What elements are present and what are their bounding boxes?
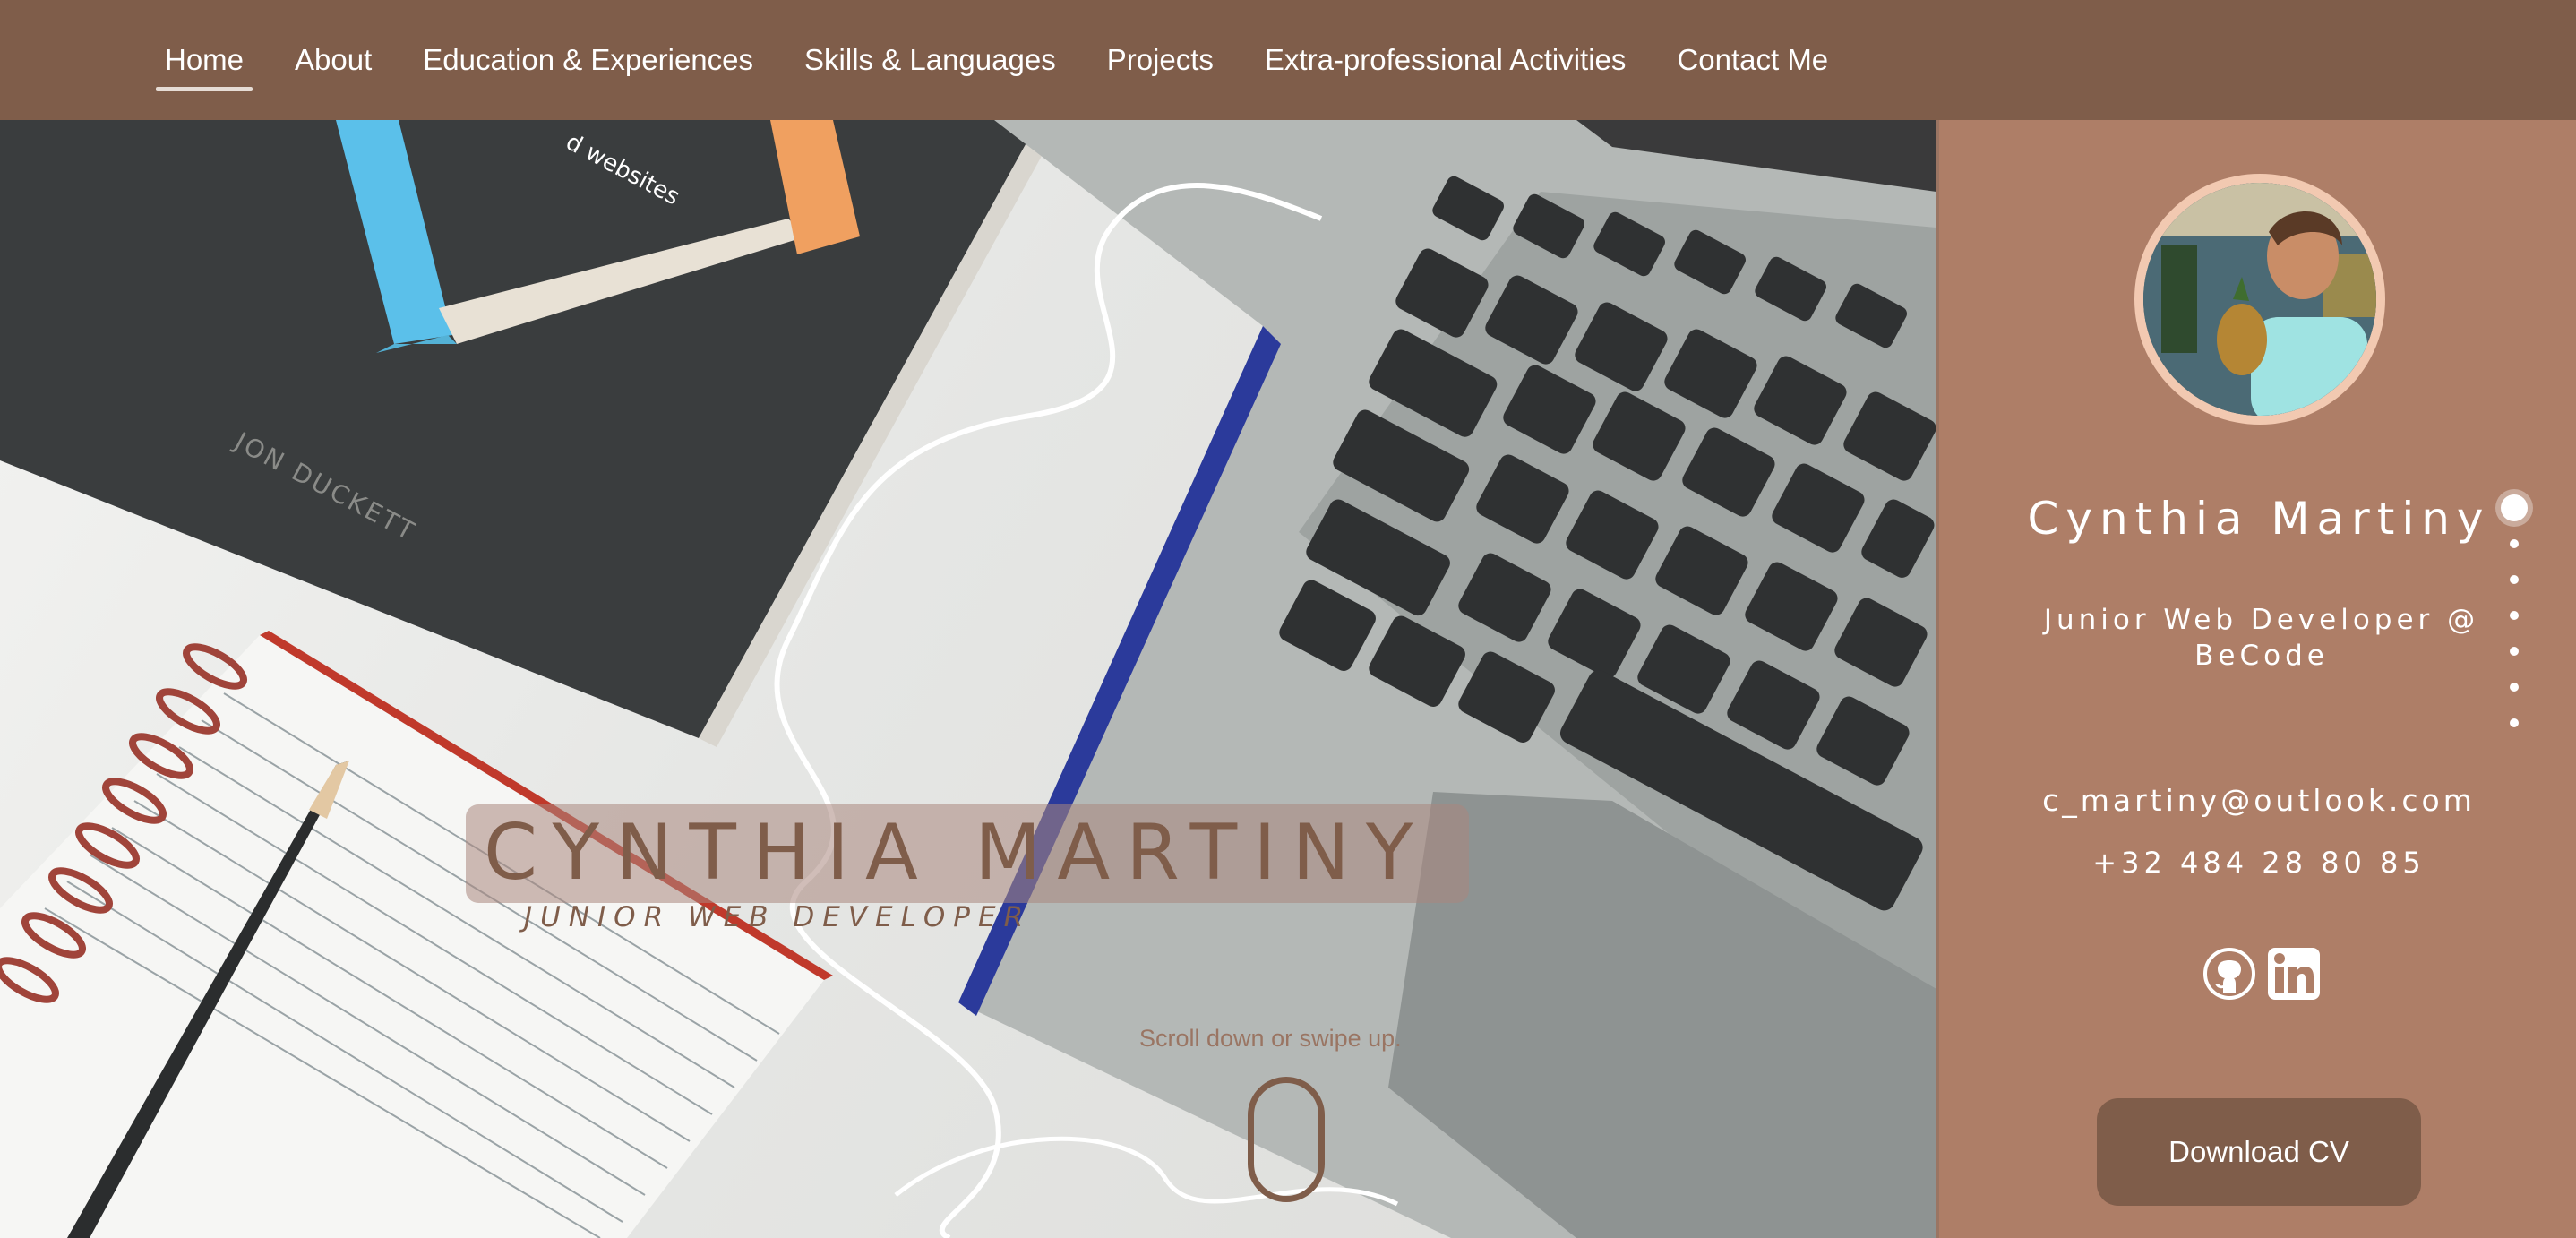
section-dot-7[interactable] bbox=[2510, 718, 2519, 727]
hero-title: CYNTHIA MARTINY bbox=[484, 808, 1430, 898]
nav-item-extra-professional[interactable]: Extra-professional Activities bbox=[1265, 0, 1627, 120]
nav-item-home[interactable]: Home bbox=[155, 0, 253, 120]
profile-name: Cynthia Martiny bbox=[2027, 493, 2491, 545]
section-dot-3[interactable] bbox=[2510, 575, 2519, 584]
profile-sidebar: Cynthia Martiny Junior Web Developer @ B… bbox=[1936, 120, 2576, 1238]
nav-item-education-experiences[interactable]: Education & Experiences bbox=[423, 0, 753, 120]
scroll-hint: Scroll down or swipe up. bbox=[1139, 1025, 1402, 1052]
hero-background-photo: JON DUCKETT d websites bbox=[0, 120, 1936, 1238]
download-cv-button[interactable]: Download CV bbox=[2097, 1098, 2421, 1206]
top-navigation-bar: Home About Education & Experiences Skill… bbox=[0, 0, 2576, 120]
section-dot-2[interactable] bbox=[2510, 539, 2519, 548]
nav-item-skills-languages[interactable]: Skills & Languages bbox=[804, 0, 1056, 120]
github-icon[interactable] bbox=[2202, 946, 2257, 1002]
avatar bbox=[2134, 174, 2385, 425]
main-nav: Home About Education & Experiences Skill… bbox=[155, 0, 1879, 120]
section-dot-6[interactable] bbox=[2510, 683, 2519, 692]
nav-item-contact[interactable]: Contact Me bbox=[1677, 0, 1828, 120]
section-dot-4[interactable] bbox=[2510, 611, 2519, 620]
scroll-mouse-icon[interactable] bbox=[1248, 1077, 1325, 1202]
nav-item-about[interactable]: About bbox=[295, 0, 372, 120]
section-dot-1[interactable] bbox=[2501, 494, 2528, 521]
avatar-photo bbox=[2143, 183, 2376, 416]
book-illustration: JON DUCKETT d websites bbox=[0, 120, 1061, 747]
nav-item-projects[interactable]: Projects bbox=[1107, 0, 1214, 120]
hero-subtitle: JUNIOR WEB DEVELOPER bbox=[524, 901, 1032, 933]
profile-role: Junior Web Developer @ BeCode bbox=[2043, 604, 2480, 672]
linkedin-icon[interactable] bbox=[2266, 946, 2322, 1002]
laptop-illustration bbox=[958, 120, 1936, 1238]
social-links bbox=[2202, 946, 2322, 1002]
section-dot-5[interactable] bbox=[2510, 647, 2519, 656]
hero-section: JON DUCKETT d websites CYNTHIA MARTINY J… bbox=[0, 120, 1936, 1238]
profile-email[interactable]: c_martiny@outlook.com bbox=[1939, 783, 2576, 818]
profile-phone[interactable]: +32 484 28 80 85 bbox=[1939, 846, 2576, 880]
